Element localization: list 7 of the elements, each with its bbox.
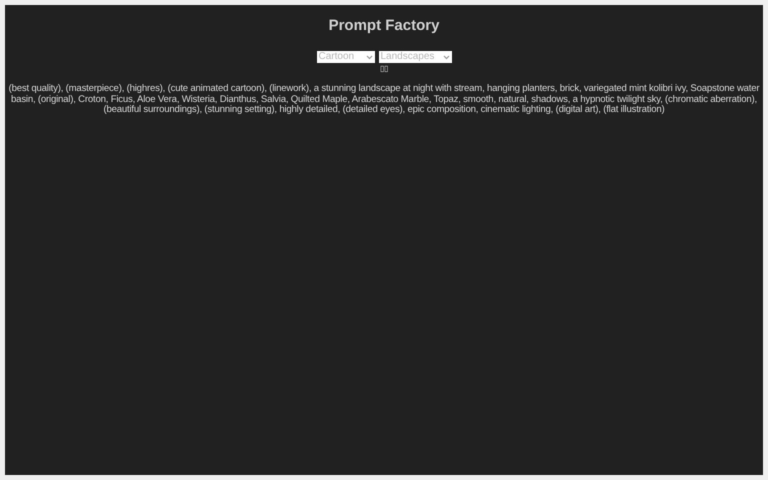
caret-icon: [442, 54, 450, 60]
page-title: Prompt Factory: [328, 17, 440, 35]
prompt-text: (best quality), (masterpiece), (highres), (cute animated cartoon), (linework), a stunning landscape at night with stream, hanging planters, brick, variegated mint kolibri ivy, Soapstone water basin, (original), Croton, Ficus, Aloe Vera, Wisteria, Dianthus, Salvia, Quilted Maple, Arabescato Marble, Topaz, smooth, natural, shadows, a hypnotic twilight sky, (chromatic aberration), (beautiful surroundings), (stunning setting), highly detailed, (detailed eyes), epic composition, cinematic lighting, (digital art), (flat illustration): [8, 84, 760, 116]
generate-button[interactable]: ▯▯: [380, 64, 388, 74]
dropdown[interactable]: Cartoon: [316, 51, 374, 63]
dropdown[interactable]: Landscapes: [378, 51, 452, 63]
caret-icon: [366, 54, 372, 60]
